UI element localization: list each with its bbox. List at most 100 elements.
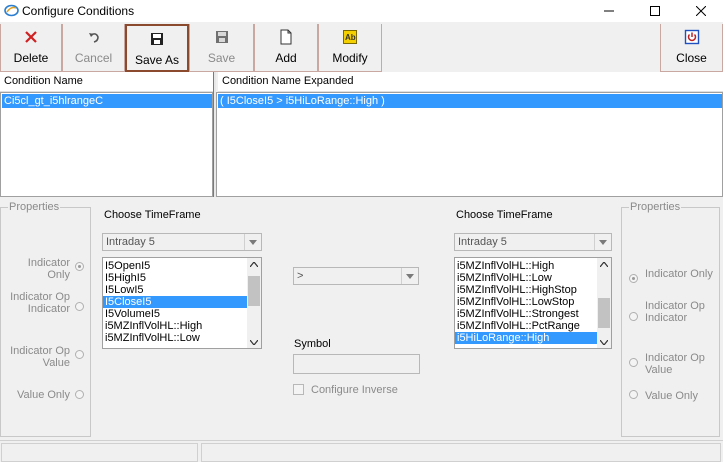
- condition-name-header[interactable]: Condition Name: [0, 72, 213, 92]
- status-segment-left: [1, 443, 198, 462]
- undo-icon: [88, 33, 99, 43]
- left-list-scrollbar[interactable]: [247, 258, 261, 348]
- left-indicator-only-label: Indicator Only: [27, 257, 70, 281]
- operator-value: >: [297, 270, 304, 282]
- list-item[interactable]: I5OpenI5: [103, 260, 261, 272]
- left-indicator-op-value-radio[interactable]: [75, 350, 84, 359]
- left-properties-group: Properties Indicator Only Indicator Op I…: [0, 201, 91, 437]
- symbol-input[interactable]: [293, 354, 420, 374]
- chevron-down-icon: [401, 268, 418, 284]
- close-icon: [696, 6, 706, 16]
- list-item[interactable]: I5VolumeI5: [103, 308, 261, 320]
- left-indicator-list[interactable]: I5OpenI5 I5HighI5 I5LowI5 I5CloseI5 I5Vo…: [102, 257, 262, 349]
- list-item[interactable]: I5LowI5: [103, 284, 261, 296]
- right-indicator-only-radio[interactable]: [629, 274, 638, 283]
- right-list-scrollbar[interactable]: [597, 258, 611, 348]
- list-item[interactable]: i5MZInflVolHL::HighStop: [455, 284, 611, 296]
- condition-name-list[interactable]: Ci5cl_gt_i5hlrangeC: [0, 92, 213, 197]
- condition-name-row[interactable]: Ci5cl_gt_i5hlrangeC: [2, 94, 212, 108]
- right-properties-title: Properties: [629, 201, 682, 213]
- list-item[interactable]: i5MZInflVolHL::Strongest: [455, 308, 611, 320]
- edit-text-icon: Ab: [343, 30, 357, 44]
- chevron-up-icon[interactable]: [247, 258, 261, 270]
- right-value-only-label: Value Only: [645, 390, 698, 402]
- list-item[interactable]: i5MZInflVolHL::High: [103, 320, 261, 332]
- configure-inverse-checkbox[interactable]: [293, 384, 304, 395]
- app-logo-icon: [4, 4, 19, 17]
- left-value-only-label: Value Only: [17, 389, 70, 401]
- left-timeframe-value: Intraday 5: [106, 236, 155, 248]
- cancel-button[interactable]: Cancel: [62, 24, 125, 72]
- cancel-label: Cancel: [74, 51, 113, 65]
- status-bar: [0, 440, 723, 462]
- configure-inverse-label: Configure Inverse: [311, 384, 398, 396]
- right-timeframe-label: Choose TimeFrame: [456, 209, 553, 221]
- save-as-icon: [151, 33, 163, 45]
- right-indicator-list[interactable]: i5MZInflVolHL::High i5MZInflVolHL::Low i…: [454, 257, 612, 349]
- right-value-only-radio[interactable]: [629, 390, 638, 399]
- exit-icon: [684, 29, 699, 45]
- title-bar: Configure Conditions: [0, 0, 723, 22]
- list-item-selected[interactable]: i5HiLoRange::High: [455, 332, 611, 344]
- chevron-down-icon[interactable]: [597, 336, 611, 348]
- left-indicator-op-value-label: Indicator Op Value: [10, 345, 70, 369]
- svg-text:Ab: Ab: [345, 33, 356, 42]
- save-disk-icon: [215, 31, 228, 43]
- window-close-button[interactable]: [678, 0, 723, 22]
- save-as-label: Save As: [134, 53, 180, 67]
- right-indicator-op-indicator-radio[interactable]: [629, 312, 638, 321]
- list-item[interactable]: i5MZInflVolHL::LowStop: [455, 296, 611, 308]
- scroll-thumb[interactable]: [248, 276, 260, 306]
- right-timeframe-value: Intraday 5: [458, 236, 507, 248]
- list-item[interactable]: I5HighI5: [103, 272, 261, 284]
- modify-button[interactable]: Ab Modify: [318, 24, 382, 72]
- right-indicator-op-value-label: Indicator Op Value: [645, 352, 705, 376]
- chevron-down-icon[interactable]: [247, 336, 261, 348]
- save-as-button[interactable]: Save As: [125, 24, 189, 72]
- minimize-icon: [604, 10, 614, 12]
- left-timeframe-label: Choose TimeFrame: [104, 209, 201, 221]
- toolbar: Delete Cancel Save As Save Add Ab Modify…: [0, 22, 723, 72]
- scroll-thumb[interactable]: [598, 298, 610, 328]
- chevron-up-icon[interactable]: [597, 258, 611, 270]
- status-segment-right: [201, 443, 721, 462]
- list-item[interactable]: i5MZInflVolHL::High: [455, 260, 611, 272]
- delete-x-icon: [25, 31, 37, 43]
- list-item[interactable]: i5MZInflVolHL::PctRange: [455, 320, 611, 332]
- left-indicator-op-indicator-label: Indicator Op Indicator: [10, 291, 70, 315]
- maximize-icon: [650, 6, 660, 16]
- new-document-icon: [280, 29, 292, 45]
- symbol-label: Symbol: [294, 338, 331, 350]
- save-button[interactable]: Save: [189, 24, 254, 72]
- right-timeframe-select[interactable]: Intraday 5: [454, 233, 612, 251]
- operator-select[interactable]: >: [293, 267, 419, 285]
- window-title: Configure Conditions: [22, 4, 135, 18]
- list-item[interactable]: i5MZInflVolHL::Low: [455, 272, 611, 284]
- close-button[interactable]: Close: [660, 24, 723, 72]
- right-indicator-only-label: Indicator Only: [645, 268, 713, 280]
- left-timeframe-select[interactable]: Intraday 5: [102, 233, 262, 251]
- save-label: Save: [207, 51, 236, 65]
- list-item-selected[interactable]: I5CloseI5: [103, 296, 261, 308]
- condition-expanded-row[interactable]: ( I5CloseI5 > i5HiLoRange::High ): [218, 94, 722, 108]
- left-indicator-only-radio[interactable]: [75, 262, 84, 271]
- modify-label: Modify: [332, 51, 368, 65]
- list-item[interactable]: i5MZInflVolHL::Low: [103, 332, 261, 344]
- chevron-down-icon: [244, 234, 261, 250]
- chevron-down-icon: [594, 234, 611, 250]
- right-properties-group: Properties Indicator Only Indicator Op I…: [621, 201, 720, 437]
- delete-button[interactable]: Delete: [0, 24, 62, 72]
- delete-label: Delete: [13, 51, 49, 65]
- minimize-button[interactable]: [586, 0, 632, 22]
- maximize-button[interactable]: [632, 0, 678, 22]
- close-label: Close: [676, 51, 707, 65]
- right-indicator-op-value-radio[interactable]: [629, 358, 638, 367]
- left-indicator-op-indicator-radio[interactable]: [75, 302, 84, 311]
- left-properties-title: Properties: [8, 201, 61, 213]
- add-button[interactable]: Add: [254, 24, 318, 72]
- right-indicator-op-indicator-label: Indicator Op Indicator: [645, 300, 705, 324]
- left-value-only-radio[interactable]: [75, 390, 84, 399]
- add-label: Add: [275, 51, 297, 65]
- condition-expanded-list[interactable]: ( I5CloseI5 > i5HiLoRange::High ): [216, 92, 723, 197]
- condition-expanded-header[interactable]: Condition Name Expanded: [218, 72, 723, 92]
